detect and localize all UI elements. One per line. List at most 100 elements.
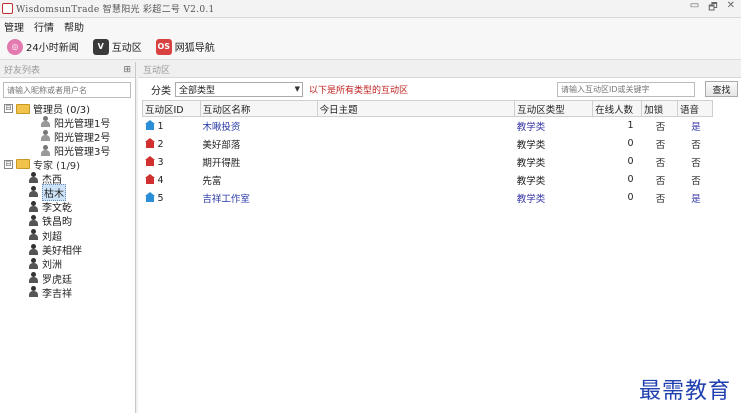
column-header-online[interactable]: 在线人数 — [592, 100, 643, 117]
table-row[interactable]: 2 美好部落 教学类 0 否 否 — [143, 135, 713, 153]
news-button[interactable]: ◎ 24小时新闻 — [4, 36, 82, 58]
group-experts[interactable]: ⊟ 专家 (1/9) — [4, 158, 135, 172]
friend-name: 铁昌昀 — [42, 217, 72, 229]
menu-bar: 管理 行情 帮助 — [0, 18, 741, 34]
pin-icon[interactable]: ⊞ — [123, 65, 131, 75]
room-type: 教学类 — [516, 193, 546, 205]
room-id-cell: 2 — [143, 135, 201, 153]
app-icon — [2, 3, 13, 14]
room-topic — [317, 153, 515, 171]
find-button[interactable]: 查找 — [705, 81, 738, 97]
friend-item[interactable]: 罗虎廷 — [4, 271, 135, 286]
user-icon — [28, 229, 39, 241]
table-row[interactable]: 4 先富 教学类 0 否 否 — [143, 171, 713, 189]
toolbar: ◎ 24小时新闻 V 互动区 OS 网狐导航 — [0, 34, 741, 60]
column-header-id[interactable]: 互动区ID — [142, 100, 201, 117]
friend-item[interactable]: 杰西 — [4, 171, 135, 186]
column-header-voice[interactable]: 语音 — [677, 100, 713, 117]
room-type: 教学类 — [516, 139, 546, 151]
filter-label: 分类 — [151, 85, 171, 97]
room-icon — [144, 173, 155, 184]
room-lock: 否 — [655, 157, 666, 169]
friend-item[interactable]: 阳光管理1号 — [4, 115, 135, 130]
friend-item-selected[interactable]: 枯木 — [4, 183, 135, 201]
restore-icon[interactable]: 🗗 — [708, 0, 717, 17]
friend-item[interactable]: 美好相伴 — [4, 242, 135, 257]
title-bar: WisdomsunTrade 智慧阳光 彩超二号 V2.0.1 ▭ 🗗 ✕ — [0, 0, 741, 18]
user-icon — [28, 257, 39, 270]
room-lock: 否 — [655, 121, 666, 133]
room-id-cell: 5 — [143, 189, 201, 207]
room-search-input[interactable] — [557, 81, 695, 97]
chevron-down-icon[interactable]: ▼ — [295, 83, 300, 96]
table-row[interactable]: 1 木啾投资 教学类 1 否 是 — [143, 117, 713, 135]
window-title: WisdomsunTrade 智慧阳光 彩超二号 V2.0.1 — [16, 5, 215, 15]
friend-item[interactable]: 李文乾 — [4, 199, 135, 215]
close-icon[interactable]: ✕ — [727, 0, 735, 17]
room-online: 1 — [627, 120, 634, 132]
room-topic — [317, 171, 515, 189]
friends-tree: ⊟ 管理员 (0/3) 阳光管理1号 阳光管理2号 阳光管理3号 ⊟ 专家 (1… — [0, 102, 135, 300]
collapse-icon[interactable]: ⊟ — [4, 159, 13, 169]
friend-name: 阳光管理2号 — [54, 132, 111, 144]
table-row[interactable]: 3 期开得胜 教学类 0 否 否 — [143, 153, 713, 171]
friend-name: 刘超 — [42, 231, 62, 243]
room-id-cell: 1 — [143, 117, 201, 135]
room-lock: 否 — [655, 193, 666, 205]
group-admins[interactable]: ⊟ 管理员 (0/3) — [4, 102, 135, 116]
column-header-name[interactable]: 互动区名称 — [199, 100, 318, 117]
table-header-row: 互动区ID 互动区名称 今日主题 互动区类型 在线人数 加锁 语音 — [142, 100, 713, 117]
room-id: 4 — [157, 174, 164, 186]
friend-item[interactable]: 刘洲 — [4, 257, 135, 271]
interactive-zone-button[interactable]: V 互动区 — [90, 36, 145, 58]
friend-search-input[interactable] — [3, 82, 131, 98]
room-id-cell: 3 — [143, 153, 201, 171]
room-topic — [317, 189, 515, 207]
room-icon — [144, 155, 155, 166]
room-online: 0 — [627, 192, 634, 203]
filter-hint: 以下是所有类型的互动区 — [309, 85, 409, 96]
menu-help[interactable]: 帮助 — [64, 19, 84, 34]
room-name: 先富 — [202, 175, 222, 187]
collapse-icon[interactable]: ⊟ — [4, 104, 13, 113]
minimize-icon[interactable]: ▭ — [690, 0, 699, 17]
room-topic — [317, 135, 515, 153]
room-voice: 否 — [691, 157, 701, 169]
category-select-value: 全部类型 — [179, 85, 216, 96]
friends-panel: 好友列表 ⊞ ⊟ 管理员 (0/3) 阳光管理1号 阳光管理2号 阳光管理3号 … — [0, 62, 136, 413]
table-row[interactable]: 5 吉祥工作室 教学类 0 否 是 — [143, 189, 713, 207]
menu-quotes[interactable]: 行情 — [34, 19, 54, 34]
user-icon — [28, 200, 39, 213]
room-voice: 否 — [691, 139, 701, 151]
menu-manage[interactable]: 管理 — [4, 19, 24, 34]
nav-icon: OS — [155, 38, 172, 55]
user-icon — [40, 116, 51, 128]
category-select[interactable]: 全部类型 ▼ — [175, 81, 303, 97]
room-topic — [317, 117, 515, 135]
room-type: 教学类 — [516, 175, 546, 187]
friend-item[interactable]: 刘超 — [4, 228, 135, 243]
room-id: 1 — [157, 120, 164, 132]
column-header-type[interactable]: 互动区类型 — [514, 100, 594, 117]
friend-name: 李文乾 — [42, 203, 72, 215]
room-voice: 否 — [691, 175, 701, 187]
interactive-icon: V — [92, 38, 109, 55]
room-id: 5 — [157, 192, 164, 204]
room-icon — [144, 191, 155, 202]
friend-item[interactable]: 李吉祥 — [4, 285, 135, 300]
friend-name: 李吉祥 — [42, 288, 72, 300]
column-header-topic[interactable]: 今日主题 — [316, 100, 516, 117]
room-type: 教学类 — [516, 121, 546, 133]
room-name: 吉祥工作室 — [202, 193, 250, 205]
friend-item[interactable]: 阳光管理3号 — [4, 144, 135, 158]
user-icon — [28, 214, 39, 227]
column-header-lock[interactable]: 加锁 — [641, 100, 678, 117]
friend-item[interactable]: 铁昌昀 — [4, 214, 135, 228]
user-icon — [28, 186, 39, 198]
navigation-button[interactable]: OS 网狐导航 — [153, 36, 218, 58]
room-lock: 否 — [655, 139, 666, 151]
room-icon — [144, 137, 155, 148]
friend-item[interactable]: 阳光管理2号 — [4, 129, 135, 144]
user-icon — [40, 144, 51, 157]
room-voice: 是 — [691, 193, 701, 205]
